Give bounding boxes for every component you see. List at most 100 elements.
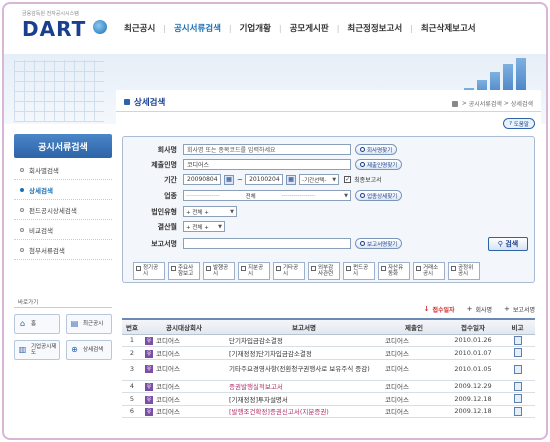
period-select[interactable]: -기간선택- ▼ [299, 174, 340, 185]
report-link[interactable]: 기타주요경영사항(전환청구권행사로 보유주식 증감) [229, 365, 370, 373]
type-issuance[interactable]: 발행공시 [203, 262, 235, 280]
type-label: 발행공시 [213, 265, 229, 278]
checkbox[interactable] [276, 266, 281, 271]
sort-by-company[interactable]: + 회사명 [467, 305, 492, 314]
cell-company[interactable]: 유 코디어스 [142, 359, 226, 381]
table-row: 3 유 코디어스 기타주요경영사항(전환청구권행사로 보유주식 증감) 코디어스 … [122, 359, 535, 381]
cell-report[interactable]: 단기차입금감소결정 [226, 334, 382, 347]
breadcrumb-item[interactable]: 상세검색 [511, 99, 533, 108]
industry-find-button[interactable]: 업종상세찾기 [355, 190, 403, 201]
report-find-button[interactable]: 보고서명찾기 [355, 238, 403, 249]
sort-label: 보고서명 [512, 306, 535, 314]
logo[interactable]: DART [22, 17, 86, 41]
help-button[interactable]: ? 도움말 [503, 118, 535, 129]
type-other[interactable]: 기타공시 [273, 262, 305, 280]
type-exchange[interactable]: 거래소공시 [413, 262, 445, 280]
checkbox[interactable] [136, 266, 141, 271]
checkbox[interactable] [311, 266, 316, 271]
checkbox[interactable] [381, 266, 386, 271]
corp-type-select[interactable]: + 전체 + ▼ [183, 206, 237, 217]
note-icon[interactable] [513, 348, 522, 358]
sort-by-date[interactable]: ↓ 접수일자 [424, 305, 455, 314]
note-icon[interactable] [513, 394, 522, 404]
submitter-find-button[interactable]: 제출인명찾기 [355, 159, 403, 170]
report-link[interactable]: 단기차입금감소결정 [229, 337, 283, 345]
note-icon[interactable] [513, 335, 522, 345]
market-badge-icon: 유 [145, 383, 153, 392]
search-button[interactable]: ⚲ 검색 [488, 237, 528, 251]
title-bullet-icon [124, 99, 130, 105]
note-icon[interactable] [513, 381, 522, 391]
shortcut-detail-search[interactable]: ⊕ 상세검색 [66, 340, 112, 360]
sidebar-item-attachment-search[interactable]: 첨부서류검색 [14, 240, 112, 260]
period-from-input[interactable]: 20090804 [183, 174, 221, 185]
help-label: 도움말 [513, 121, 529, 128]
type-periodic[interactable]: 정기공시 [133, 262, 165, 280]
sidebar-item-compare-search[interactable]: 비교검색 [14, 220, 112, 240]
final-report-checkbox[interactable]: ✓ [344, 176, 352, 183]
cell-company[interactable]: 유 코디어스 [142, 334, 226, 347]
industry-select[interactable]: ----------------- 전체 ----------------- ▼ [183, 190, 351, 201]
nav-deleted[interactable]: 최근삭제보고서 [413, 22, 484, 34]
checkbox[interactable] [346, 266, 351, 271]
company-input[interactable]: 회사명 또는 종목코드를 입력하세요 [183, 144, 351, 155]
sidebar-item-detail-search[interactable]: 상세검색 [14, 180, 112, 200]
cell-submitter: 코디어스 [382, 405, 446, 418]
checkbox[interactable] [171, 266, 176, 271]
nav-offering[interactable]: 공모게시판 [282, 22, 337, 34]
report-link[interactable]: [발행조건확정]증권신고서(지분증권) [229, 408, 329, 416]
type-ftc[interactable]: 공정위공시 [448, 262, 480, 280]
nav-recent[interactable]: 최근공시 [116, 22, 163, 34]
type-label: 펀드공시 [353, 265, 369, 278]
period-label: 기간 [164, 175, 177, 184]
cell-company[interactable]: 유 코디어스 [142, 346, 226, 360]
sort-by-report[interactable]: + 보고서명 [504, 305, 535, 314]
cell-report[interactable]: 기타주요경영사항(전환청구권행사로 보유주식 증감) [226, 359, 382, 381]
report-link[interactable]: [기재정정]단기차입금감소결정 [229, 350, 312, 358]
row-industry: 업종 ----------------- 전체 ----------------- ▼… [123, 189, 403, 202]
select-dashes: ----------------- [186, 192, 220, 199]
type-abs[interactable]: 자산유동화 [378, 262, 410, 280]
settle-select[interactable]: + 전체 + ▼ [183, 221, 225, 232]
industry-select-value: 전체 [245, 193, 256, 200]
sort-label: 접수일자 [432, 306, 455, 314]
checkbox[interactable] [206, 266, 211, 271]
type-fund[interactable]: 펀드공시 [343, 262, 375, 280]
cell-company[interactable]: 유 코디어스 [142, 405, 226, 418]
nav-search[interactable]: 공시서류검색 [166, 22, 229, 34]
note-icon[interactable] [513, 365, 522, 374]
checkbox[interactable] [416, 266, 421, 271]
final-report-label: 최종보고서 [354, 177, 382, 184]
shortcut-home[interactable]: ⌂ 홈 [14, 314, 60, 334]
row-company: 회사명 회사명 또는 종목코드를 입력하세요 회사명찾기 [123, 143, 398, 156]
calendar-icon[interactable]: ▦ [224, 174, 234, 185]
cell-no: 1 [122, 334, 142, 347]
cell-report[interactable]: 증권발행실적보고서 [226, 380, 382, 393]
company-find-button[interactable]: 회사명찾기 [355, 144, 398, 155]
cell-report[interactable]: [기재정정]투자설명서 [226, 392, 382, 406]
breadcrumb-item[interactable]: 공시서류검색 [469, 99, 502, 108]
checkbox[interactable] [451, 266, 456, 271]
cell-report[interactable]: [발행조건확정]증권신고서(지분증권) [226, 405, 382, 418]
checkbox[interactable] [241, 266, 246, 271]
period-to-input[interactable]: 20100204 [245, 174, 284, 185]
submitter-input[interactable]: 코디어스 [183, 159, 351, 170]
nav-corrected[interactable]: 최근정정보고서 [339, 22, 410, 34]
calendar-icon[interactable]: ▦ [286, 174, 297, 185]
cell-company[interactable]: 유 코디어스 [142, 380, 226, 393]
report-link[interactable]: 증권발행실적보고서 [229, 383, 283, 391]
note-icon[interactable] [513, 406, 522, 416]
type-audit[interactable]: 외부감사관련 [308, 262, 340, 280]
search-icon [360, 162, 365, 167]
cell-company[interactable]: 유 코디어스 [142, 392, 226, 406]
nav-company[interactable]: 기업개황 [232, 22, 279, 34]
report-link[interactable]: [기재정정]투자설명서 [229, 396, 288, 404]
sidebar-item-fund-search[interactable]: 펀드공시상세검색 [14, 200, 112, 220]
report-input[interactable] [183, 238, 351, 249]
shortcut-recent[interactable]: ▤ 최근공시 [66, 314, 112, 334]
type-equity[interactable]: 지분공시 [238, 262, 270, 280]
type-major[interactable]: 주요사항보고 [168, 262, 200, 280]
cell-report[interactable]: [기재정정]단기차입금감소결정 [226, 346, 382, 360]
sidebar-item-company-search[interactable]: 회사별검색 [14, 160, 112, 180]
shortcut-disclosure-system[interactable]: ▥ 기업공시제도 [14, 340, 60, 360]
